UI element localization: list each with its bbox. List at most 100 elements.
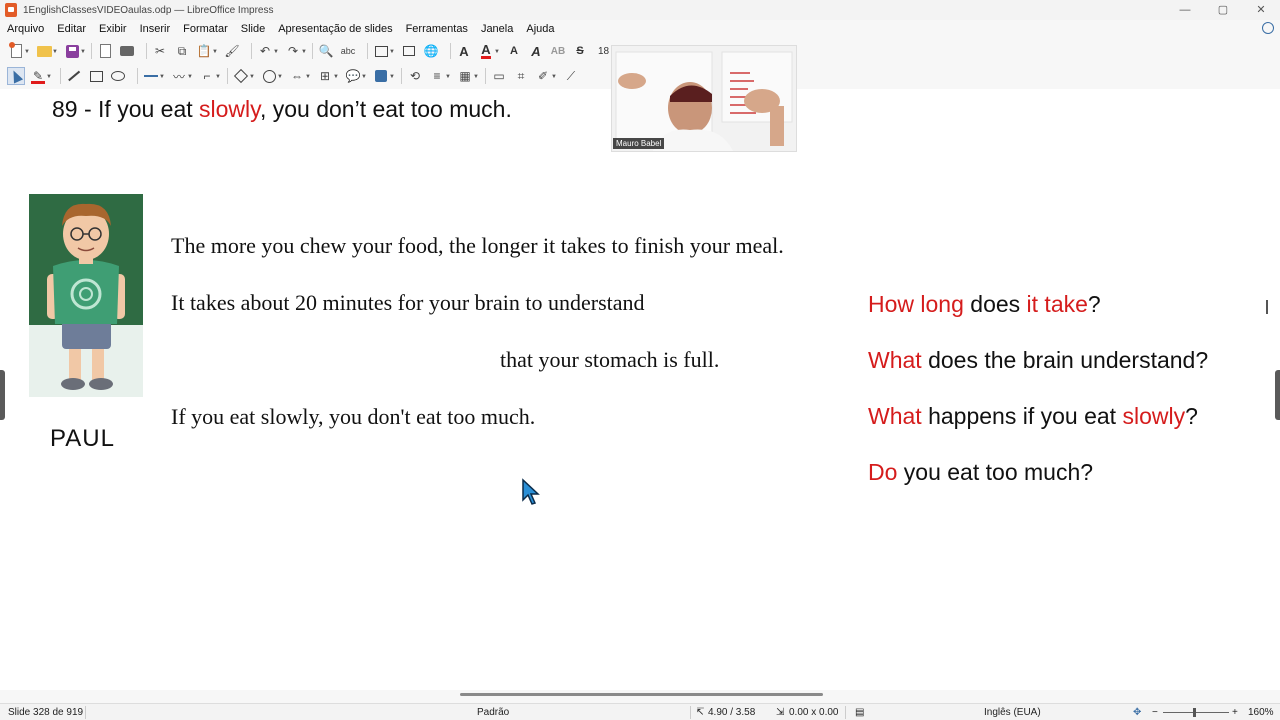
menu-editar[interactable]: Editar [57, 23, 86, 35]
close-button[interactable]: ✕ [1242, 0, 1280, 20]
position-icon: ↸ [696, 707, 705, 718]
highlight-icon[interactable]: A [528, 43, 544, 59]
arrange-icon[interactable]: ▦ ▼ [457, 68, 479, 84]
menu-arquivo[interactable]: Arquivo [7, 23, 44, 35]
shrink-font-icon[interactable]: A [506, 43, 522, 59]
presenter-name-tag: Mauro Babel [613, 138, 665, 149]
zoom-slider[interactable] [1163, 712, 1229, 713]
connectors-icon[interactable]: ⌐ ▼ [199, 68, 221, 84]
font-color-icon[interactable]: A ▼ [478, 43, 500, 59]
toolbar-separator [251, 43, 252, 59]
right-pane-handle[interactable] [1275, 370, 1280, 420]
fit-slide-icon[interactable]: ✥ [1133, 707, 1141, 718]
size-icon: ⇲ [776, 707, 785, 718]
line-color-icon[interactable]: ✎ ▼ [30, 68, 52, 84]
question-3-part-4: ? [1185, 403, 1198, 429]
open-folder-icon[interactable]: ▼ [36, 43, 58, 59]
insert-textbox-icon[interactable] [401, 43, 417, 59]
find-replace-icon[interactable]: 🔍 [318, 43, 334, 59]
toolbar-separator [91, 43, 92, 59]
horizontal-scrollbar[interactable] [460, 693, 823, 696]
shadow-text-icon[interactable]: AB [550, 43, 566, 59]
question-2: What does the brain understand? [868, 347, 1208, 374]
impress-window: 1EnglishClassesVIDEOaulas.odp — LibreOff… [0, 0, 1280, 720]
rotate-icon[interactable]: ⟲ [407, 68, 423, 84]
save-icon[interactable]: ▼ [64, 43, 86, 59]
object-size-status: 0.00 x 0.00 [789, 707, 839, 718]
menu-slide[interactable]: Slide [241, 23, 265, 35]
slide-title-suffix: , you don’t eat too much. [259, 96, 512, 122]
toolbar-separator [60, 68, 61, 84]
question-3-part-2: happens if you eat [921, 403, 1123, 429]
zoom-in-button[interactable]: + [1232, 707, 1238, 718]
filter-icon[interactable]: ✐ ▼ [535, 68, 557, 84]
left-pane-handle[interactable] [0, 370, 5, 420]
question-4-part-1: Do [868, 459, 898, 485]
rectangle-tool-icon[interactable] [88, 68, 104, 84]
globe-icon[interactable] [1262, 22, 1274, 34]
callouts-icon[interactable]: 💬 ▼ [345, 68, 367, 84]
spelling-icon[interactable]: abc [340, 43, 356, 59]
zoom-slider-thumb[interactable] [1193, 708, 1196, 717]
paste-icon[interactable]: 📋 ▼ [196, 43, 218, 59]
display-views-icon[interactable]: ▼ [373, 43, 395, 59]
strikethrough-icon[interactable]: S [572, 43, 588, 59]
zoom-out-button[interactable]: − [1152, 707, 1158, 718]
maximize-button[interactable]: ▢ [1204, 0, 1242, 20]
undo-icon[interactable]: ↶ ▼ [257, 43, 279, 59]
toolbar-separator [450, 43, 451, 59]
slide-canvas[interactable] [0, 89, 1280, 690]
question-2-part-1: What [868, 347, 922, 373]
avatar-figure [47, 203, 125, 390]
toggle-points-icon[interactable]: ⟋ [563, 68, 579, 84]
menu-exibir[interactable]: Exibir [99, 23, 127, 35]
language-status[interactable]: Inglês (EUA) [984, 707, 1041, 718]
character-name-label: PAUL [50, 425, 115, 452]
block-arrows-icon[interactable]: ⇔ ▼ [289, 68, 311, 84]
font-size-field[interactable]: 18 [598, 46, 609, 57]
select-pointer-icon[interactable] [7, 67, 25, 85]
question-1-part-4: ? [1087, 291, 1101, 317]
grow-font-icon[interactable]: A [456, 43, 472, 59]
shadow-icon[interactable]: ▭ [491, 68, 507, 84]
crop-icon[interactable]: ⌗ [513, 68, 529, 84]
question-4: Do you eat too much? [868, 459, 1093, 486]
question-3: What happens if you eat slowly? [868, 403, 1198, 430]
title-bar: 1EnglishClassesVIDEOaulas.odp — LibreOff… [0, 0, 1280, 20]
vertical-scrollbar[interactable] [1266, 300, 1268, 314]
slide-count-status: Slide 328 de 919 [8, 707, 84, 718]
symbol-shapes-icon[interactable]: ▼ [261, 68, 283, 84]
menu-apresentacao[interactable]: Apresentação de slides [278, 23, 392, 35]
hyperlink-icon[interactable]: 🌐 [423, 43, 439, 59]
redo-icon[interactable]: ↷ ▼ [285, 43, 307, 59]
cut-icon[interactable]: ✂ [152, 43, 168, 59]
copy-icon[interactable]: ⧉ [174, 43, 190, 59]
curves-icon[interactable]: 〰 ▼ [171, 68, 193, 84]
lines-arrows-icon[interactable]: ▼ [143, 68, 165, 84]
minimize-button[interactable]: — [1166, 0, 1204, 20]
menu-ajuda[interactable]: Ajuda [526, 23, 554, 35]
menu-janela[interactable]: Janela [481, 23, 513, 35]
basic-shapes-icon[interactable]: ▼ [233, 68, 255, 84]
menu-formatar[interactable]: Formatar [183, 23, 228, 35]
3d-objects-icon[interactable]: ▼ [373, 68, 395, 84]
zoom-level[interactable]: 160% [1248, 707, 1274, 718]
toolbar-separator [146, 43, 147, 59]
master-layout-status[interactable]: Padrão [477, 707, 509, 718]
toolbar-separator [367, 43, 368, 59]
line-tool-icon[interactable] [66, 68, 82, 84]
ellipse-tool-icon[interactable] [110, 68, 126, 84]
slide-title: 89 - If you eat slowly, you don’t eat to… [52, 96, 512, 123]
menu-inserir[interactable]: Inserir [140, 23, 171, 35]
print-icon[interactable] [119, 43, 135, 59]
document-modified-icon[interactable]: ▤ [855, 707, 864, 718]
export-pdf-icon[interactable] [97, 43, 113, 59]
status-separator [690, 706, 691, 719]
menu-ferramentas[interactable]: Ferramentas [406, 23, 468, 35]
webcam-video-frame [612, 46, 796, 151]
body-line-4: If you eat slowly, you don't eat too muc… [171, 404, 536, 429]
clone-formatting-icon[interactable]: 🖌 [224, 43, 240, 59]
new-document-icon[interactable]: ▼ [8, 42, 30, 59]
flowchart-icon[interactable]: ⊞ ▼ [317, 68, 339, 84]
align-objects-icon[interactable]: ≡ ▼ [429, 68, 451, 84]
